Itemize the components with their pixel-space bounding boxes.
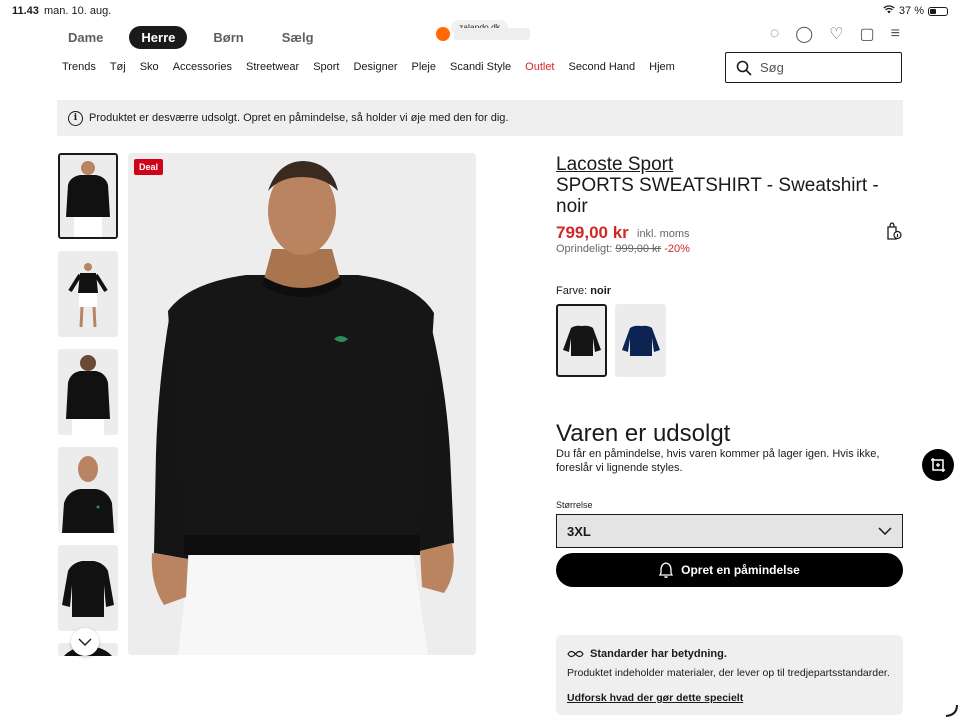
resize-corner-icon (945, 704, 958, 717)
discount-badge: -20% (664, 243, 690, 255)
price: 799,00 kr (556, 223, 629, 242)
wishlist-icon[interactable]: ♡ (829, 24, 843, 44)
brand-link[interactable]: Lacoste Sport (556, 154, 673, 176)
help-icon[interactable]: ◌ (770, 25, 780, 43)
category-nav: Trends Tøj Sko Accessories Streetwear Sport De… (62, 61, 675, 73)
color-label: Farve: noir (556, 285, 611, 297)
chevron-down-icon (78, 638, 92, 646)
search-icon (736, 60, 752, 76)
category-tøj[interactable]: Tøj (110, 61, 126, 73)
status-right: 37 % (883, 5, 948, 17)
tab-sælg[interactable]: Sælg (270, 26, 326, 49)
category-streetwear[interactable]: Streetwear (246, 61, 299, 73)
soldout-title: Varen er udsolgt (556, 420, 731, 447)
original-price-label: Oprindeligt: (556, 243, 613, 255)
color-swatch-noir[interactable] (556, 304, 607, 377)
color-label-text: Farve: (556, 285, 588, 297)
category-accessories[interactable]: Accessories (173, 61, 232, 73)
create-reminder-button[interactable]: Opret en påmindelse (556, 553, 903, 587)
category-second-hand[interactable]: Second Hand (569, 61, 636, 73)
product-name: SPORTS SWEATSHIRT - Sweatshirt - noir (556, 175, 879, 217)
info-icon: i (68, 110, 83, 126)
category-trends[interactable]: Trends (62, 61, 96, 73)
standards-link[interactable]: Udforsk hvad der gør dette specielt (567, 692, 743, 704)
category-designer[interactable]: Designer (353, 61, 397, 73)
category-sko[interactable]: Sko (140, 61, 159, 73)
top-icons: ◌ ◯ ♡ ▢ ≡ (770, 24, 900, 44)
battery-icon (928, 6, 948, 16)
search-input[interactable] (760, 60, 880, 75)
screenshot-fab-button[interactable] (922, 449, 954, 481)
bell-icon (659, 562, 674, 578)
size-select[interactable]: 3XL (556, 514, 903, 548)
battery-percent: 37 % (898, 5, 924, 17)
original-price-value: 999,00 kr (615, 243, 662, 255)
color-value: noir (590, 285, 612, 297)
standards-title-text: Standarder har betydning. (590, 648, 727, 660)
thumbnail-1[interactable] (58, 153, 118, 239)
thumbnail-3[interactable] (58, 349, 118, 435)
category-outlet[interactable]: Outlet (525, 61, 554, 73)
color-swatch-navy[interactable] (615, 304, 666, 377)
search-box[interactable] (725, 52, 902, 83)
status-time: 11.43 (12, 5, 39, 17)
zalando-wordmark[interactable] (454, 28, 530, 40)
soldout-notice: i Produktet er desværre udsolgt. Opret e… (57, 100, 903, 136)
size-label: Størrelse (556, 500, 593, 510)
category-sport[interactable]: Sport (313, 61, 339, 73)
size-value: 3XL (567, 523, 591, 539)
menu-icon[interactable]: ≡ (891, 25, 900, 43)
tab-dame[interactable]: Dame (56, 26, 115, 49)
original-price: Oprindeligt: 999,00 kr -20% (556, 243, 690, 255)
product-main-image[interactable] (128, 153, 476, 655)
top-nav: Dame Herre Børn Sælg (56, 23, 326, 51)
sustainability-icon (567, 650, 584, 658)
account-icon[interactable]: ◯ (795, 24, 813, 44)
thumbnail-5[interactable] (58, 545, 118, 631)
thumbnail-4[interactable] (58, 447, 118, 533)
category-pleje[interactable]: Pleje (412, 61, 436, 73)
chevron-down-icon (878, 527, 892, 535)
tab-herre[interactable]: Herre (129, 25, 188, 49)
bag-icon[interactable]: ▢ (860, 24, 875, 44)
create-reminder-label: Opret en påmindelse (681, 563, 800, 577)
thumbnail-2[interactable] (58, 251, 118, 337)
crop-add-icon (931, 458, 945, 472)
category-hjem[interactable]: Hjem (649, 61, 675, 73)
wifi-icon (883, 5, 895, 17)
notice-text: Produktet er desværre udsolgt. Opret en … (89, 112, 509, 124)
zalando-logo-icon[interactable] (436, 27, 450, 41)
price-vat-note: inkl. moms (637, 228, 690, 240)
soldout-description: Du får en påmindelse, hvis varen kommer … (556, 448, 880, 474)
category-scandi-style[interactable]: Scandi Style (450, 61, 511, 73)
standards-box: Standarder har betydning. Produktet inde… (556, 635, 903, 715)
status-date: man. 10. aug. (44, 5, 112, 17)
tab-børn[interactable]: Børn (201, 26, 255, 49)
standards-title: Standarder har betydning. (567, 648, 727, 660)
deal-badge: Deal (134, 159, 164, 175)
thumbnails-scroll-down-button[interactable] (71, 628, 99, 656)
size-info-icon[interactable] (886, 222, 902, 240)
status-bar: 11.43 man. 10. aug. 37 % (0, 0, 960, 22)
standards-body: Produktet indeholder materialer, der lev… (567, 667, 890, 679)
